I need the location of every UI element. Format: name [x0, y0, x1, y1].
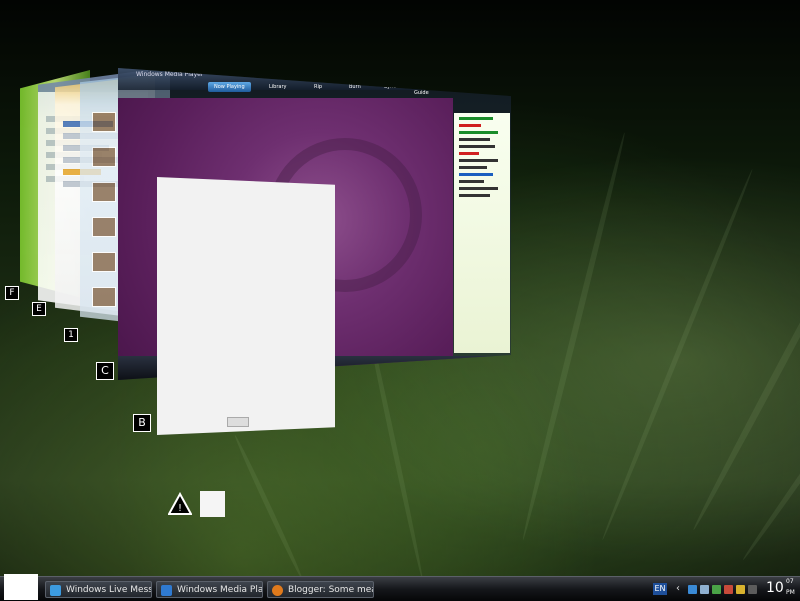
network-icon[interactable] [688, 585, 697, 594]
msn-tray-icon[interactable] [712, 585, 721, 594]
volume-icon[interactable] [700, 585, 709, 594]
contact-avatar [92, 217, 116, 237]
tab-media-guide[interactable]: Media Guide [408, 82, 441, 98]
contact-avatar [92, 112, 116, 132]
clock-hour[interactable]: 10 [766, 579, 784, 597]
tab-rip[interactable]: Rip [308, 82, 328, 92]
grass-decoration [520, 131, 628, 541]
msn-icon [50, 585, 61, 596]
ok-button[interactable] [227, 417, 249, 427]
firefox-icon [272, 585, 283, 596]
document-flip-icon: B [133, 414, 151, 432]
grass-decoration [232, 433, 305, 582]
taskbar-button-blogger[interactable]: Blogger: Some mea... [267, 581, 374, 598]
taskbar-button-label: Blogger: Some mea... [288, 585, 373, 595]
contact-avatar [92, 182, 116, 202]
update-icon[interactable] [736, 585, 745, 594]
media-player-icon [161, 585, 172, 596]
tab-library[interactable]: Library [263, 82, 292, 92]
contact-avatar [92, 147, 116, 167]
media-player-tabs: Now Playing Library Rip Burn Sync Media … [208, 82, 441, 96]
tab-now-playing[interactable]: Now Playing [208, 82, 251, 92]
warning-icon: ! [168, 492, 192, 515]
blank-document-window[interactable] [157, 177, 335, 435]
media-player-title: Windows Media Player [136, 71, 204, 78]
grass-decoration [600, 168, 755, 541]
tab-burn[interactable]: Burn [343, 82, 367, 92]
svg-text:!: ! [178, 503, 182, 514]
taskbar-button-label: Windows Media Pla... [177, 585, 263, 595]
taskbar-button-label: Windows Live Mess... [66, 585, 152, 595]
contact-avatar [92, 252, 116, 272]
clock-minute: 07 [786, 578, 794, 585]
contact-avatar [92, 287, 116, 307]
blogger-flip-icon: E [32, 302, 46, 316]
show-hidden-icons-button[interactable]: ‹ [676, 583, 680, 594]
start-button[interactable] [4, 574, 38, 600]
language-indicator[interactable]: EN [653, 583, 667, 595]
messenger-flip-icon: 1 [64, 328, 78, 342]
grass-decoration [690, 192, 800, 532]
clock-ampm: PM [786, 589, 795, 596]
now-playing-list [454, 113, 510, 353]
desktop-thumbnail [200, 491, 225, 517]
tab-sync[interactable]: Sync [378, 82, 402, 92]
taskbar-button-messenger[interactable]: Windows Live Mess... [45, 581, 152, 598]
firefox-flip-icon: F [5, 286, 19, 300]
security-icon[interactable] [724, 585, 733, 594]
taskbar-button-media-player[interactable]: Windows Media Pla... [156, 581, 263, 598]
power-icon[interactable] [748, 585, 757, 594]
media-player-flip-icon: C [96, 362, 114, 380]
